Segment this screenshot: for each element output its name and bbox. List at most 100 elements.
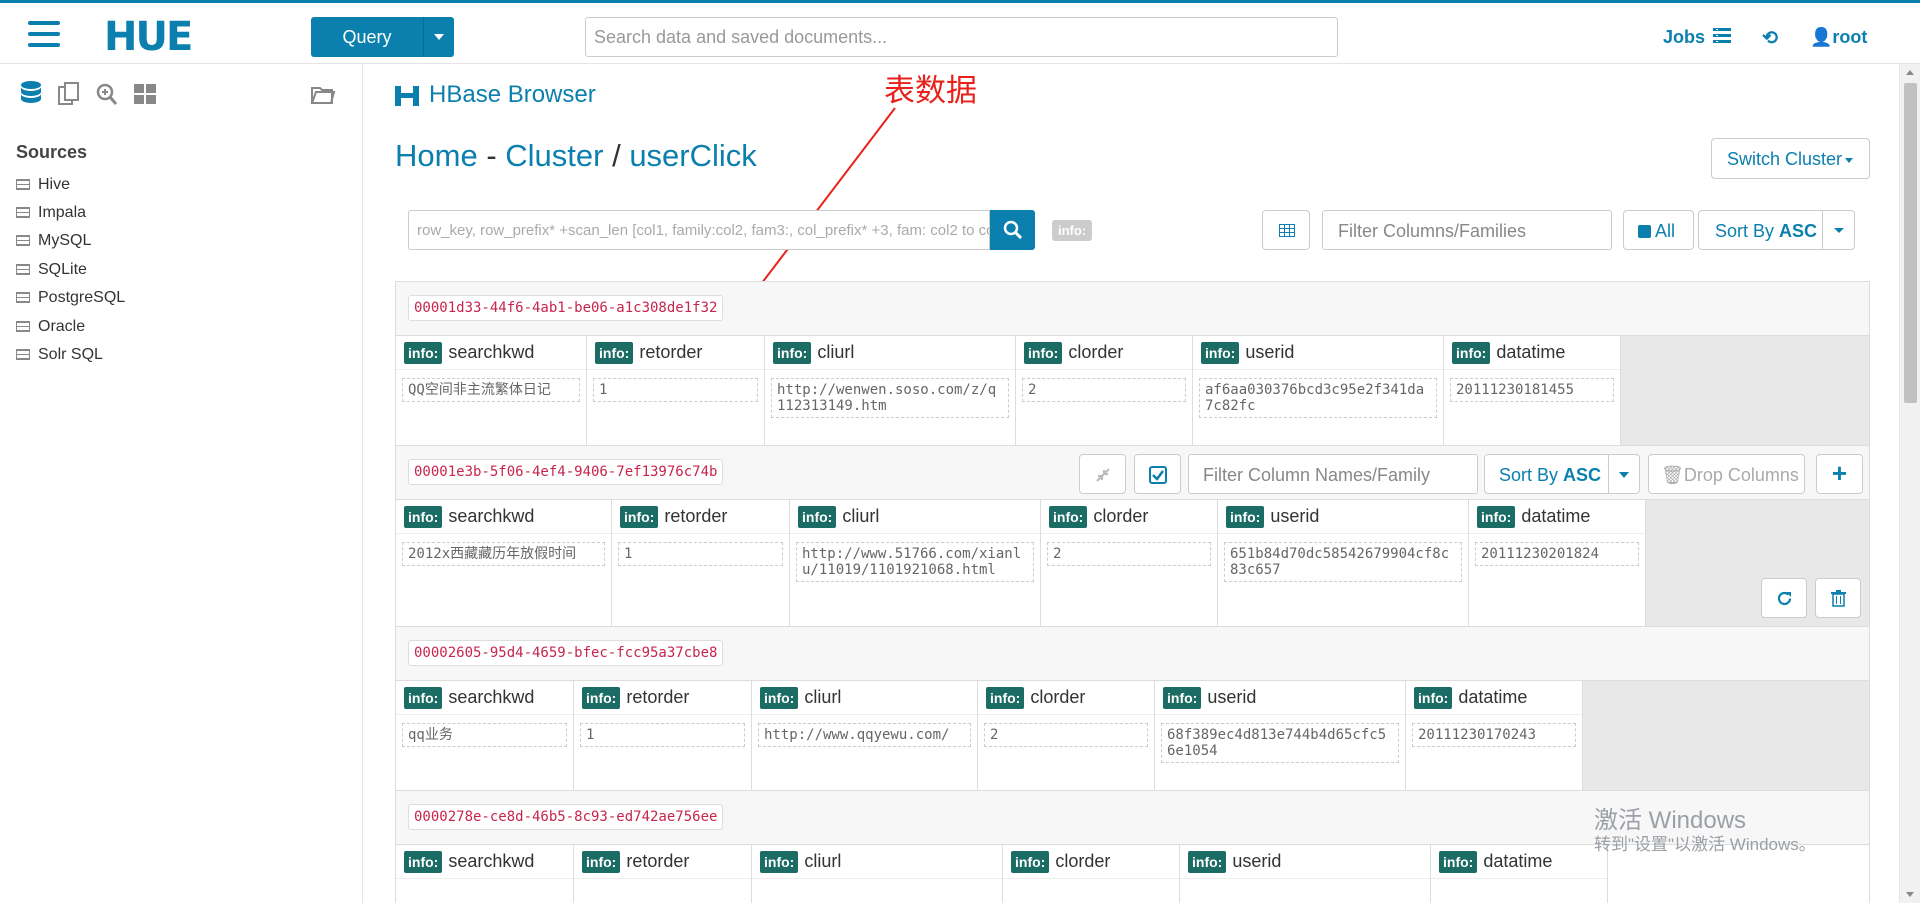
scroll-thumb[interactable] bbox=[1904, 83, 1917, 403]
cell[interactable]: info: userid bbox=[1180, 845, 1431, 903]
left-sidebar: Sources Hive Impala MySQL SQLite Postgre… bbox=[0, 64, 363, 903]
table-icon bbox=[16, 235, 30, 246]
cell[interactable]: info: searchkwd qq业务 bbox=[396, 681, 574, 790]
query-dropdown-caret-icon[interactable] bbox=[423, 17, 454, 57]
hue-logo[interactable]: HUE bbox=[104, 14, 193, 60]
cell[interactable]: info: clorder bbox=[1003, 845, 1180, 903]
delete-row-button[interactable] bbox=[1815, 578, 1861, 618]
column-header: info: retorder bbox=[612, 500, 789, 534]
sidebar-item-hive[interactable]: Hive bbox=[16, 176, 70, 194]
column-name: datatime bbox=[1521, 506, 1591, 526]
row-header: 00001e3b-5f06-4ef4-9406-7ef13976c74b Fil… bbox=[396, 446, 1869, 500]
column-name: retorder bbox=[639, 342, 703, 362]
cell[interactable]: info: retorder bbox=[574, 845, 752, 903]
cell[interactable]: info: datatime 20111230181455 bbox=[1444, 336, 1621, 445]
sidebar-item-postgresql[interactable]: PostgreSQL bbox=[16, 289, 125, 307]
filter-columns-input[interactable]: Filter Columns/Families bbox=[1322, 210, 1612, 250]
sidebar-item-sqlite[interactable]: SQLite bbox=[16, 261, 87, 279]
cell-value: http://wenwen.soso.com/z/q112313149.htm bbox=[771, 378, 1009, 418]
breadcrumb-table[interactable]: userClick bbox=[629, 138, 756, 173]
column-name: clorder bbox=[1055, 851, 1111, 871]
filter-column-names-input[interactable]: Filter Column Names/Family bbox=[1188, 454, 1478, 494]
page-scrollbar[interactable] bbox=[1899, 64, 1920, 903]
folder-open-icon[interactable] bbox=[310, 81, 336, 107]
database-icon[interactable] bbox=[18, 81, 44, 107]
breadcrumb-cluster[interactable]: Cluster bbox=[505, 138, 603, 173]
breadcrumb-home[interactable]: Home bbox=[395, 138, 478, 173]
cell[interactable]: info: datatime bbox=[1431, 845, 1608, 903]
add-column-button[interactable]: + bbox=[1816, 454, 1863, 494]
drop-columns-button[interactable]: 🗑Drop Columns bbox=[1648, 454, 1805, 494]
cell[interactable]: info: datatime 20111230201824 bbox=[1469, 500, 1646, 626]
cell[interactable]: info: cliurl http://www.qqyewu.com/ bbox=[752, 681, 978, 790]
switch-cluster-button[interactable]: Switch Cluster bbox=[1711, 138, 1870, 179]
sort-label: Sort By bbox=[1715, 221, 1780, 241]
cell[interactable]: info: userid 651b84d70dc58542679904cf8c83c… bbox=[1218, 500, 1469, 626]
row-header: 00002605-95d4-4659-bfec-fcc95a37cbe8 bbox=[396, 627, 1869, 681]
collapse-button[interactable] bbox=[1079, 454, 1126, 494]
cell[interactable]: info: clorder 2 bbox=[1041, 500, 1218, 626]
cell[interactable]: info: cliurl bbox=[752, 845, 1003, 903]
global-search-input[interactable]: Search data and saved documents... bbox=[585, 17, 1338, 57]
select-all-button[interactable]: All bbox=[1623, 210, 1694, 250]
cell[interactable]: info: cliurl http://www.51766.com/xianlu/1… bbox=[790, 500, 1041, 626]
jobs-list-icon[interactable] bbox=[1713, 28, 1731, 43]
info-family-badge[interactable]: info: bbox=[1052, 220, 1093, 241]
sort-dropdown-caret-icon[interactable] bbox=[1822, 210, 1855, 250]
row-sort-button[interactable]: Sort By ASC bbox=[1484, 454, 1609, 494]
cell[interactable]: info: clorder 2 bbox=[1016, 336, 1193, 445]
select-row-button[interactable] bbox=[1134, 454, 1181, 494]
cell[interactable]: info: retorder 1 bbox=[587, 336, 765, 445]
cell[interactable]: info: searchkwd bbox=[396, 845, 574, 903]
history-icon[interactable]: ⟲ bbox=[1762, 27, 1778, 50]
row-sort-caret-icon[interactable] bbox=[1608, 454, 1640, 494]
jobs-link[interactable]: Jobs bbox=[1663, 27, 1705, 48]
search-assist-icon[interactable] bbox=[94, 81, 120, 107]
column-header: info: userid bbox=[1193, 336, 1443, 370]
user-menu[interactable]: 👤root bbox=[1810, 27, 1867, 48]
grid-view-button[interactable] bbox=[1262, 210, 1310, 250]
row-key-search-input[interactable]: row_key, row_prefix* +scan_len [col1, fa… bbox=[408, 210, 990, 250]
cell-value: 651b84d70dc58542679904cf8c83c657 bbox=[1224, 542, 1462, 582]
scroll-down-icon[interactable] bbox=[1906, 892, 1914, 897]
row-key[interactable]: 0000278e-ce8d-46b5-8c93-ed742ae756ee bbox=[408, 804, 724, 830]
sidebar-item-solr-sql[interactable]: Solr SQL bbox=[16, 346, 103, 364]
column-name: cliurl bbox=[842, 506, 880, 526]
cell[interactable]: info: cliurl http://wenwen.soso.com/z/q112… bbox=[765, 336, 1016, 445]
query-button[interactable]: Query bbox=[311, 17, 454, 57]
column-name: searchkwd bbox=[448, 506, 535, 526]
cell[interactable]: info: searchkwd 2012x西藏藏历年放假时间 bbox=[396, 500, 612, 626]
cell[interactable]: info: clorder 2 bbox=[978, 681, 1155, 790]
row-filler bbox=[1621, 336, 1869, 445]
cell[interactable]: info: userid 68f389ec4d813e744b4d65cfc56e1… bbox=[1155, 681, 1406, 790]
drop-columns-label: Drop Columns bbox=[1683, 465, 1799, 485]
hamburger-menu-icon[interactable] bbox=[28, 21, 60, 47]
cell[interactable]: info: searchkwd QQ空间非主流繁体日记 bbox=[396, 336, 587, 445]
cell[interactable]: info: datatime 20111230170243 bbox=[1406, 681, 1583, 790]
grid-apps-icon[interactable] bbox=[132, 81, 158, 107]
column-name: retorder bbox=[664, 506, 728, 526]
refresh-row-button[interactable] bbox=[1761, 578, 1807, 618]
column-header: info: retorder bbox=[574, 845, 751, 879]
documents-icon[interactable] bbox=[56, 81, 82, 107]
row-search-button[interactable] bbox=[990, 210, 1035, 250]
sidebar-item-impala[interactable]: Impala bbox=[16, 204, 86, 222]
cell-value: http://www.51766.com/xianlu/11019/110192… bbox=[796, 542, 1034, 582]
family-badge: info: bbox=[1024, 341, 1063, 364]
scroll-up-icon[interactable] bbox=[1906, 70, 1914, 75]
row-key[interactable]: 00002605-95d4-4659-bfec-fcc95a37cbe8 bbox=[408, 640, 724, 666]
sidebar-item-mysql[interactable]: MySQL bbox=[16, 232, 91, 250]
row-filler bbox=[1646, 500, 1869, 626]
cell[interactable]: info: retorder 1 bbox=[574, 681, 752, 790]
family-badge: info: bbox=[986, 686, 1025, 709]
sidebar-item-oracle[interactable]: Oracle bbox=[16, 318, 85, 336]
cell[interactable]: info: userid af6aa030376bcd3c95e2f341da7c8… bbox=[1193, 336, 1444, 445]
column-name: userid bbox=[1270, 506, 1320, 526]
row-key[interactable]: 00001d33-44f6-4ab1-be06-a1c308de1f32 bbox=[408, 295, 724, 321]
cell[interactable]: info: retorder 1 bbox=[612, 500, 790, 626]
app-title: HBase Browser bbox=[395, 80, 596, 109]
sidebar-item-label: Oracle bbox=[38, 318, 86, 335]
table-row: 00001d33-44f6-4ab1-be06-a1c308de1f32 inf… bbox=[395, 281, 1870, 445]
sort-button[interactable]: Sort By ASC bbox=[1698, 210, 1823, 250]
family-badge: info: bbox=[1477, 505, 1516, 528]
